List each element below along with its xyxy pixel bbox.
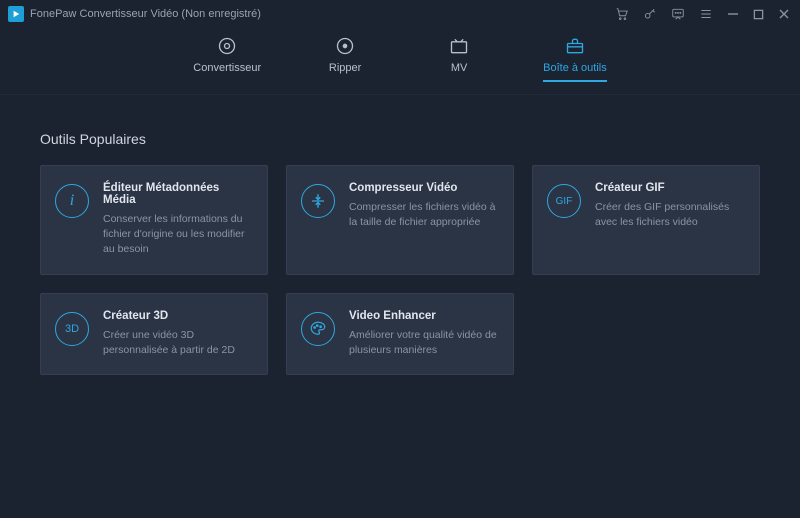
tab-label: Convertisseur bbox=[193, 62, 261, 74]
tool-gif-maker[interactable]: GIF Créateur GIF Créer des GIF personnal… bbox=[532, 165, 760, 275]
minimize-icon[interactable] bbox=[727, 8, 739, 20]
card-desc: Améliorer votre qualité vidéo de plusieu… bbox=[349, 328, 497, 358]
content: Outils Populaires i Éditeur Métadonnées … bbox=[0, 95, 800, 375]
maximize-icon[interactable] bbox=[753, 9, 764, 20]
app-title: FonePaw Convertisseur Vidéo (Non enregis… bbox=[30, 8, 261, 20]
tab-ripper[interactable]: Ripper bbox=[315, 36, 375, 82]
tab-converter[interactable]: Convertisseur bbox=[193, 36, 261, 82]
card-desc: Compresser les fichiers vidéo à la taill… bbox=[349, 200, 497, 230]
titlebar-left: FonePaw Convertisseur Vidéo (Non enregis… bbox=[8, 6, 261, 22]
card-desc: Conserver les informations du fichier d'… bbox=[103, 212, 251, 258]
feedback-icon[interactable] bbox=[671, 7, 685, 21]
card-title: Créateur 3D bbox=[103, 310, 251, 322]
converter-icon bbox=[217, 36, 237, 56]
menu-icon[interactable] bbox=[699, 7, 713, 21]
tool-video-enhancer[interactable]: Video Enhancer Améliorer votre qualité v… bbox=[286, 293, 514, 375]
palette-icon bbox=[301, 312, 335, 346]
tool-3d-maker[interactable]: 3D Créateur 3D Créer une vidéo 3D person… bbox=[40, 293, 268, 375]
card-title: Éditeur Métadonnées Média bbox=[103, 182, 251, 206]
section-title: Outils Populaires bbox=[40, 131, 760, 147]
gif-icon: GIF bbox=[547, 184, 581, 218]
app-logo-icon bbox=[8, 6, 24, 22]
card-title: Video Enhancer bbox=[349, 310, 497, 322]
tab-toolbox[interactable]: Boîte à outils bbox=[543, 36, 607, 82]
key-icon[interactable] bbox=[643, 7, 657, 21]
tab-mv[interactable]: MV bbox=[429, 36, 489, 82]
toolbox-icon bbox=[565, 36, 585, 56]
mv-icon bbox=[449, 36, 469, 56]
main-tabs: Convertisseur Ripper MV Boîte à outils bbox=[0, 28, 800, 95]
card-title: Compresseur Vidéo bbox=[349, 182, 497, 194]
close-icon[interactable] bbox=[778, 8, 790, 20]
info-icon: i bbox=[55, 184, 89, 218]
tab-label: Boîte à outils bbox=[543, 62, 607, 74]
tool-video-compressor[interactable]: Compresseur Vidéo Compresser les fichier… bbox=[286, 165, 514, 275]
card-desc: Créer des GIF personnalisés avec les fic… bbox=[595, 200, 743, 230]
card-title: Créateur GIF bbox=[595, 182, 743, 194]
tab-label: Ripper bbox=[329, 62, 361, 74]
compress-icon bbox=[301, 184, 335, 218]
ripper-icon bbox=[335, 36, 355, 56]
cart-icon[interactable] bbox=[615, 7, 629, 21]
titlebar: FonePaw Convertisseur Vidéo (Non enregis… bbox=[0, 0, 800, 28]
tool-metadata-editor[interactable]: i Éditeur Métadonnées Média Conserver le… bbox=[40, 165, 268, 275]
tool-cards: i Éditeur Métadonnées Média Conserver le… bbox=[40, 165, 760, 375]
3d-icon: 3D bbox=[55, 312, 89, 346]
tab-label: MV bbox=[451, 62, 468, 74]
titlebar-right bbox=[615, 7, 790, 21]
card-desc: Créer une vidéo 3D personnalisée à parti… bbox=[103, 328, 251, 358]
